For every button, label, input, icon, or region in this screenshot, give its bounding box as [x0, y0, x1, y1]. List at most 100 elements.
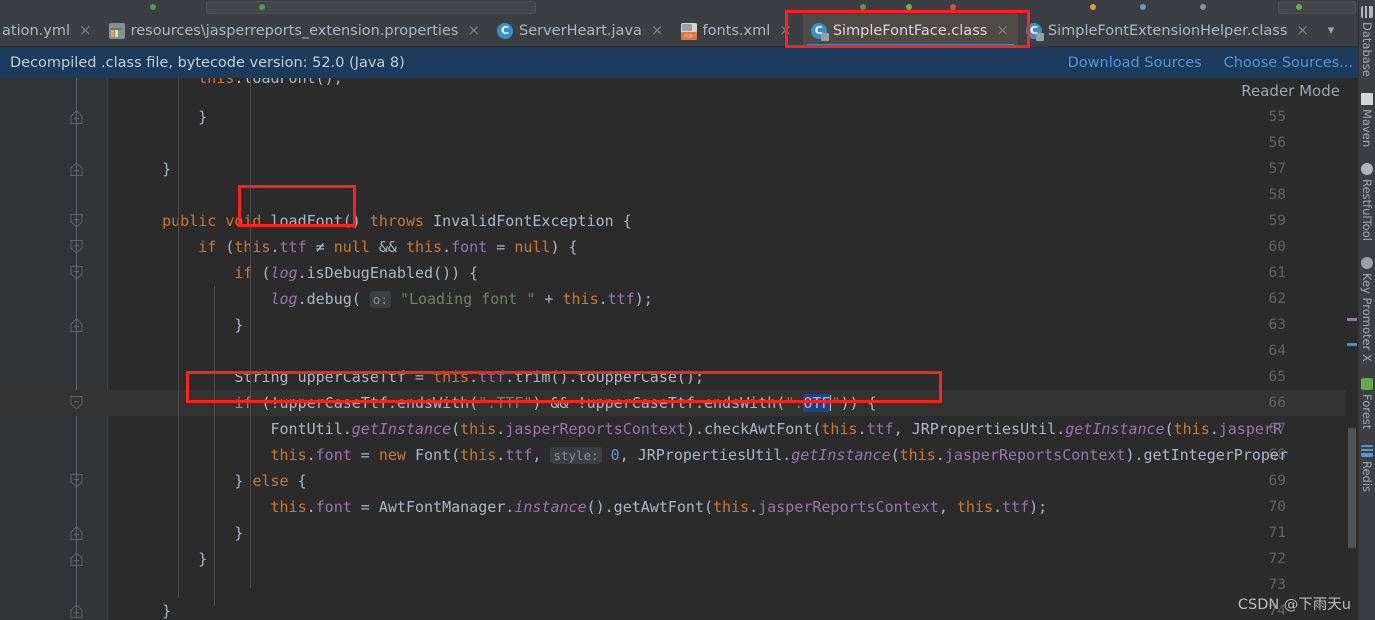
close-icon[interactable]: × [996, 23, 1009, 38]
fold-expand-icon[interactable] [70, 240, 83, 254]
code-token: Font( [405, 446, 461, 464]
search-everywhere-field[interactable] [1278, 1, 1356, 14]
tab-serverheart-java[interactable]: C ServerHeart.java × [489, 14, 672, 47]
code-line[interactable]: 71 } [0, 520, 1358, 546]
scrollbar-thumb[interactable] [1348, 428, 1356, 548]
code-line[interactable]: 72 } [0, 546, 1358, 572]
code-token: jasperReportsContext [944, 446, 1126, 464]
code-token: ).checkAwtFont( [685, 420, 822, 438]
code-text: public void loadFont() throws InvalidFon… [108, 208, 632, 234]
sidebar-item-label: Key Promoter X [1360, 272, 1374, 362]
run-configuration-selector[interactable] [206, 1, 536, 14]
tab-simplefontextensionhelper-class[interactable]: C SimpleFontExtensionHelper.class × [1018, 14, 1318, 47]
editor-scrollbar[interactable] [1346, 78, 1358, 620]
fold-expand-icon[interactable] [70, 214, 83, 228]
sidebar-item-label: Maven [1360, 108, 1374, 148]
code-token: font [315, 498, 352, 516]
fold-collapse-icon[interactable] [70, 318, 83, 332]
code-line[interactable]: 62 log.debug( o: "Loading font " + this.… [0, 286, 1358, 312]
fold-collapse-icon[interactable] [70, 526, 83, 540]
code-token: ).getIntegerProper [1125, 446, 1288, 464]
code-line[interactable]: 70 this.font = AwtFontManager.instance()… [0, 494, 1358, 520]
code-line[interactable]: 73 [0, 572, 1358, 598]
code-token: + [535, 290, 563, 308]
fold-collapse-icon[interactable] [70, 552, 83, 566]
close-icon[interactable]: × [779, 23, 792, 38]
download-sources-link[interactable]: Download Sources [1068, 55, 1202, 71]
code-token: ); [1029, 498, 1048, 516]
code-token: ) { [550, 238, 578, 256]
code-line[interactable]: 61 if (log.isDebugEnabled()) { [0, 260, 1358, 286]
reader-mode-label[interactable]: Reader Mode [1241, 82, 1340, 100]
code-line[interactable]: 57 } [0, 156, 1358, 182]
run-config-app-icon [259, 4, 265, 10]
code-line[interactable]: 66 if (!upperCaseTtf.endsWith(".TTF") &&… [0, 390, 1358, 416]
sidebar-item-key-promoter-x[interactable]: Key Promoter X [1360, 256, 1374, 362]
code-line[interactable]: 67 FontUtil.getInstance(this.jasperRepor… [0, 416, 1358, 442]
tab-jasperreports-extension-properties[interactable]: resources\jasperreports_extension.proper… [101, 14, 489, 47]
code-lines-container[interactable]: this.loadFont(); 55 } 56 57 } 58 59 public vo… [0, 78, 1358, 620]
code-line[interactable]: 65 String upperCaseTtf = this.ttf.trim()… [0, 364, 1358, 390]
code-token: , JRPropertiesUtil. [619, 446, 792, 464]
fold-expand-icon[interactable] [70, 266, 83, 280]
line-number: 64 [1268, 343, 1286, 359]
tab-ation-yml[interactable]: ation.yml × [0, 14, 101, 47]
code-line[interactable]: 63 } [0, 312, 1358, 338]
fold-collapse-icon[interactable] [70, 604, 83, 618]
code-token: } [126, 602, 172, 620]
scrollbar-marker [1347, 343, 1357, 346]
code-line[interactable]: this.loadFont(); [0, 78, 1358, 104]
choose-sources-link[interactable]: Choose Sources... [1224, 55, 1353, 71]
code-token: ". [785, 394, 804, 412]
code-editor[interactable]: this.loadFont(); 55 } 56 57 } 58 59 public vo… [0, 78, 1358, 620]
search-icon[interactable] [1200, 4, 1206, 10]
decompiled-class-banner: Decompiled .class file, bytecode version… [0, 47, 1375, 78]
git-icon[interactable] [1140, 4, 1146, 10]
code-token: .isDebugEnabled()) { [297, 264, 479, 282]
close-icon[interactable]: × [79, 23, 92, 38]
code-line[interactable]: 68 this.font = new Font(this.ttf, style:… [0, 442, 1358, 468]
close-icon[interactable]: × [467, 23, 480, 38]
code-line[interactable]: 64 [0, 338, 1358, 364]
tab-fonts-xml[interactable]: fonts.xml × [673, 14, 801, 47]
code-line[interactable]: 55 } [0, 104, 1358, 130]
maven-icon [1361, 92, 1373, 105]
code-text: } [108, 520, 243, 546]
fold-expand-icon[interactable] [70, 396, 83, 410]
chevron-down-icon[interactable]: ▾ [1318, 14, 1344, 46]
code-token: this [433, 368, 470, 386]
line-number: 70 [1268, 499, 1286, 515]
stop-icon[interactable] [950, 4, 956, 10]
code-line[interactable]: 60 if (this.ttf ≠ null && this.font = nu… [0, 234, 1358, 260]
tab-simplefontface-class[interactable]: C SimpleFontFace.class × [802, 14, 1018, 47]
sidebar-item-maven[interactable]: Maven [1360, 92, 1374, 148]
code-token: null [333, 238, 370, 256]
code-token: { [288, 472, 307, 490]
code-token: new [378, 446, 406, 464]
sidebar-item-restfultool[interactable]: RestfulTool [1360, 163, 1374, 241]
sidebar-item-label: Forest [1360, 393, 1374, 430]
sidebar-item-forest[interactable]: Forest [1360, 377, 1374, 430]
code-token: jasperReportsContext [758, 498, 939, 516]
sidebar-item-redis[interactable]: Redis [1360, 445, 1374, 492]
code-line[interactable]: 56 [0, 130, 1358, 156]
code-line[interactable]: 69 } else { [0, 468, 1358, 494]
close-icon[interactable]: × [1296, 23, 1309, 38]
build-icon[interactable] [1090, 4, 1096, 10]
code-token: ( [1164, 420, 1174, 438]
line-number: 72 [1268, 551, 1286, 567]
run-button-icon[interactable] [150, 4, 156, 10]
close-icon[interactable]: × [651, 23, 664, 38]
fold-collapse-icon[interactable] [70, 110, 83, 124]
code-token: jasperR [1218, 420, 1282, 438]
debug-icon[interactable] [906, 4, 912, 10]
fold-collapse-icon[interactable] [70, 162, 83, 176]
code-line[interactable]: 58 [0, 182, 1358, 208]
code-line[interactable]: 59 public void loadFont() throws Invalid… [0, 208, 1358, 234]
code-line[interactable]: 74 } [0, 598, 1358, 620]
sidebar-item-database[interactable]: Database [1360, 6, 1374, 77]
run-icon[interactable] [860, 4, 866, 10]
fold-expand-icon[interactable] [70, 474, 83, 488]
